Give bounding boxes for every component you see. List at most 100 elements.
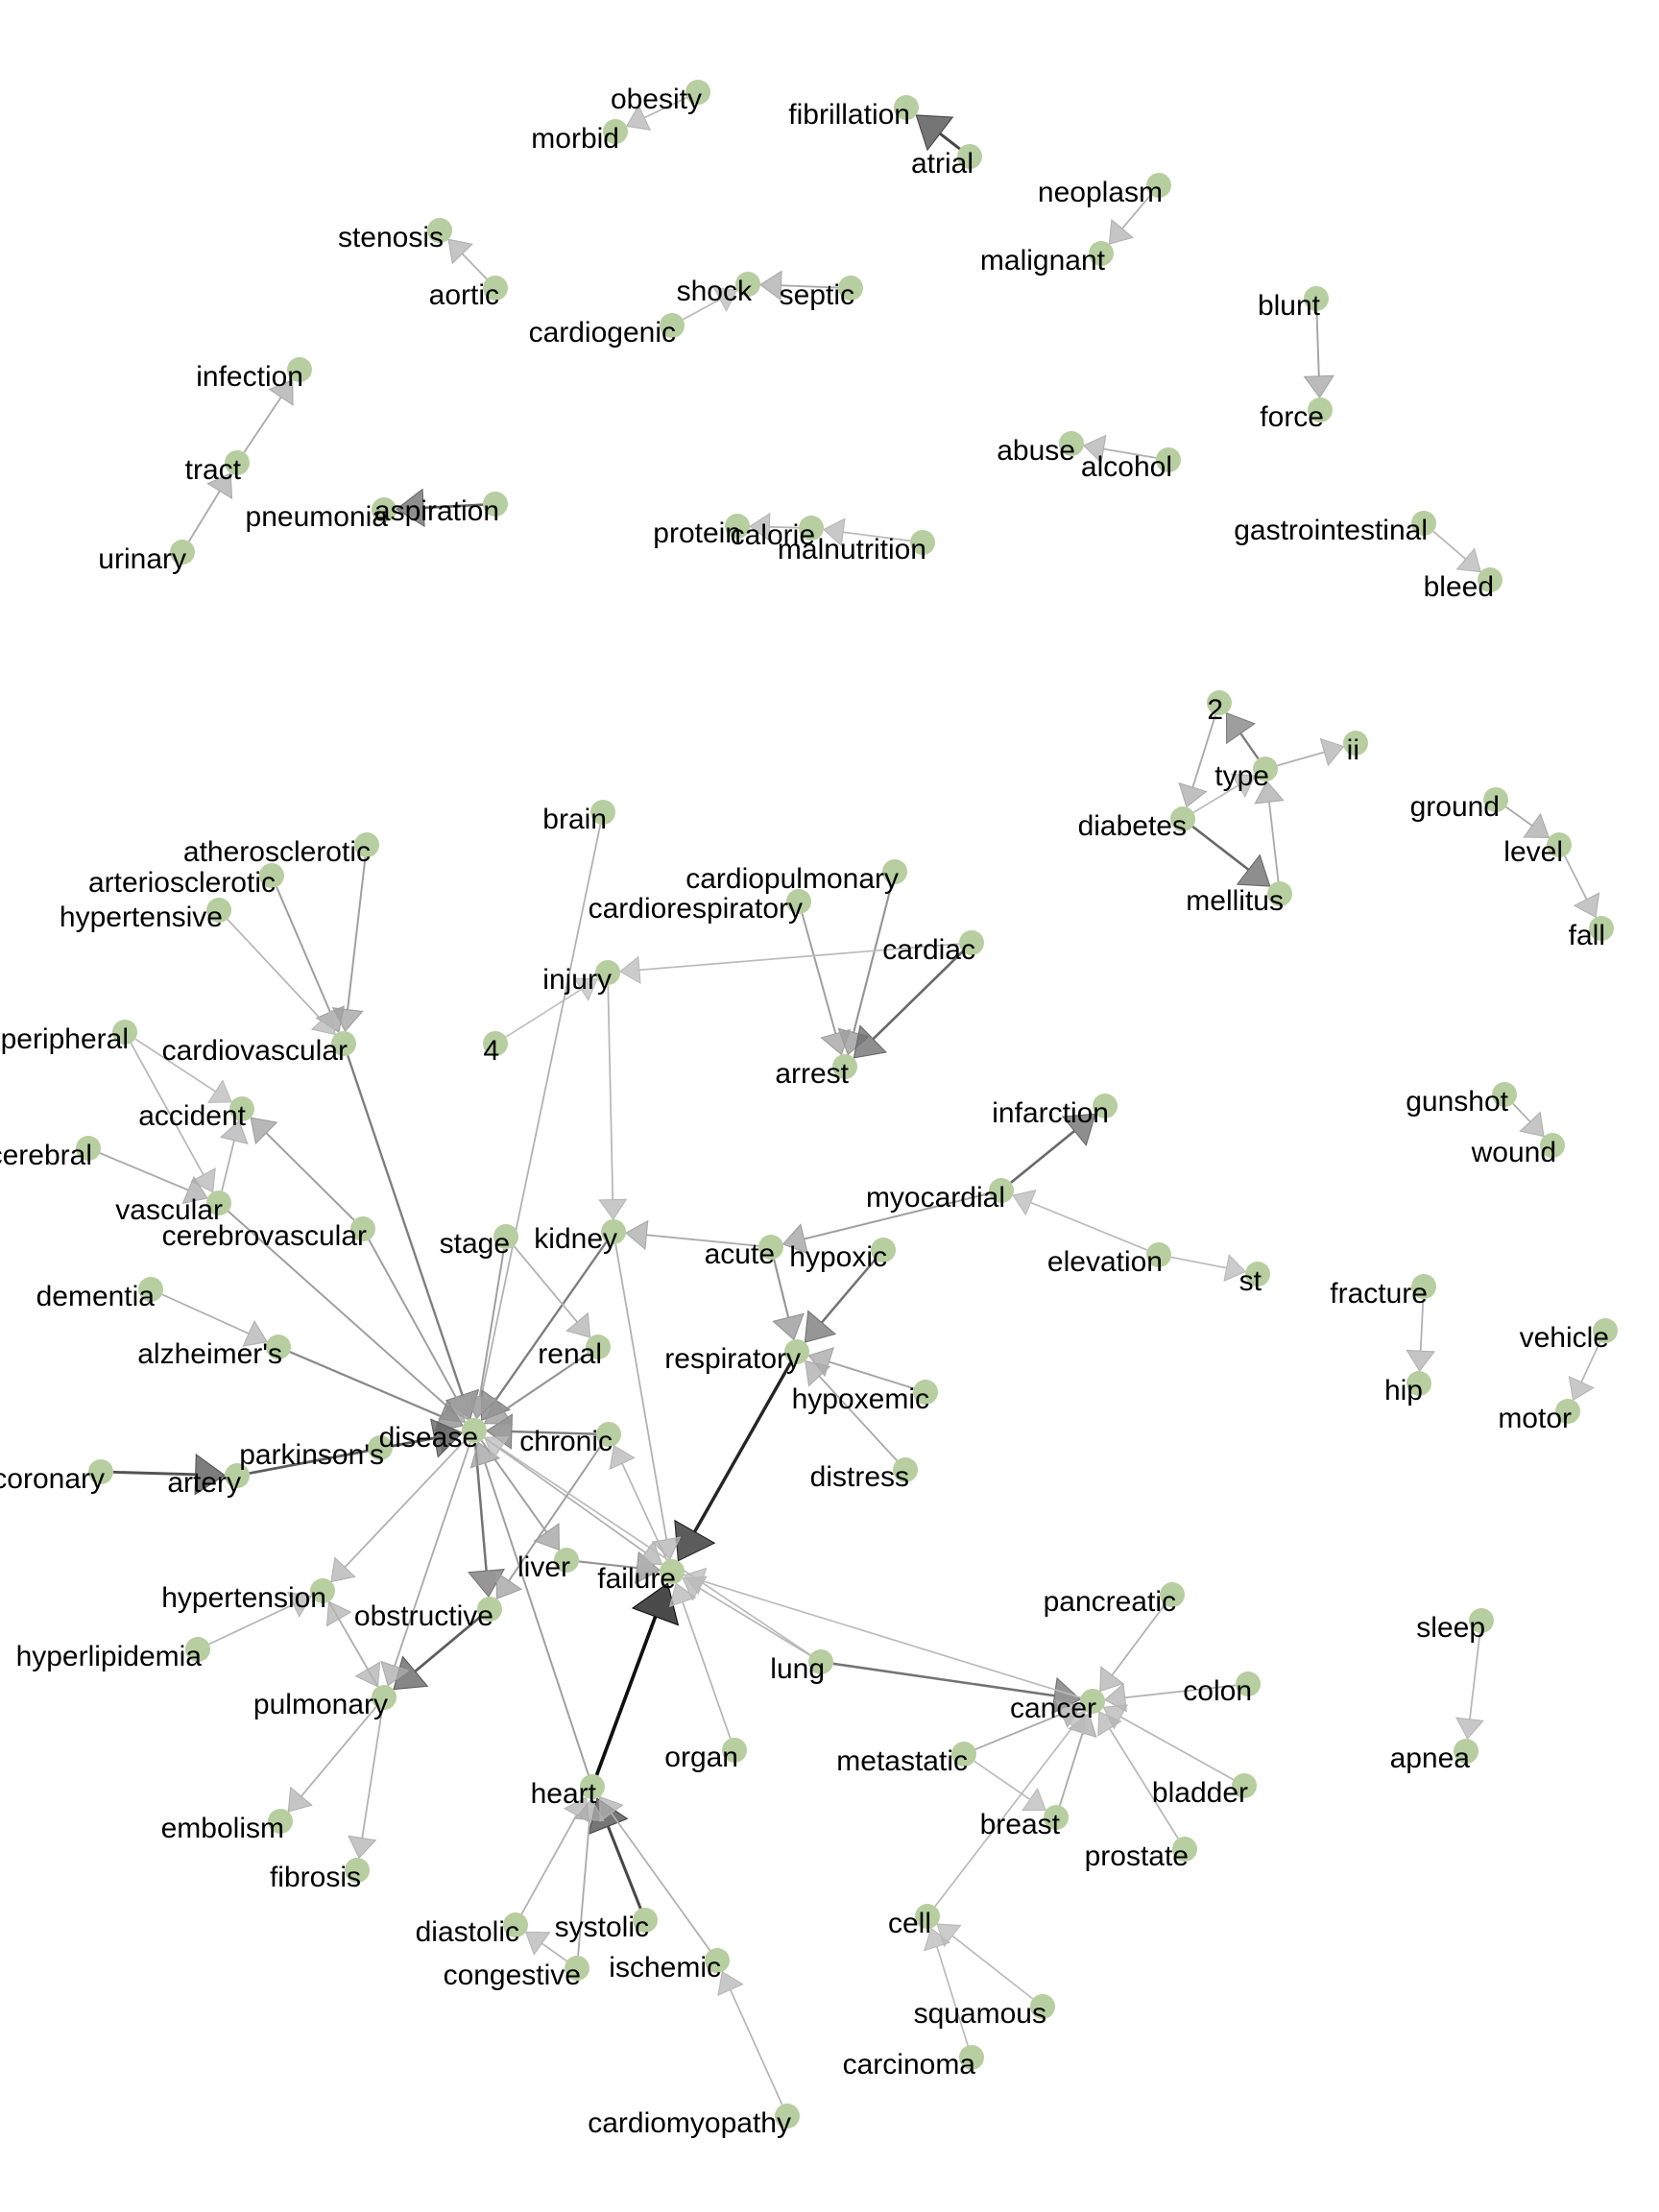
graph-node-squamous[interactable] [1030,1994,1055,2019]
graph-node-renal[interactable] [586,1334,611,1359]
graph-node-alzheimer[interactable] [266,1334,291,1359]
graph-node-accident[interactable] [229,1096,254,1121]
graph-node-septic[interactable] [838,276,863,301]
graph-node-distress[interactable] [893,1457,918,1482]
graph-node-vehicle[interactable] [1593,1318,1618,1343]
graph-node-coronary[interactable] [88,1459,113,1484]
graph-node-alcohol[interactable] [1156,447,1181,472]
graph-node-sleep[interactable] [1469,1608,1494,1633]
graph-node-fall[interactable] [1589,916,1614,941]
graph-node-morbid[interactable] [603,119,628,144]
graph-node-obstructive[interactable] [477,1597,502,1622]
graph-node-aspiration[interactable] [483,492,508,517]
graph-node-failure[interactable] [660,1559,685,1584]
graph-node-gastrointestinal[interactable] [1411,511,1436,536]
graph-node-chronic[interactable] [596,1422,621,1447]
graph-node-mellitus[interactable] [1267,881,1292,906]
graph-node-cerebrovascular[interactable] [350,1216,375,1241]
graph-node-motor[interactable] [1555,1399,1580,1424]
graph-node-acute[interactable] [758,1235,783,1260]
graph-node-level[interactable] [1547,832,1572,857]
graph-node-bladder[interactable] [1232,1773,1257,1798]
graph-node-gunshot[interactable] [1492,1082,1517,1107]
graph-node-hypertensive[interactable] [206,898,231,923]
graph-node-cardiac[interactable] [959,930,984,955]
graph-node-apnea[interactable] [1454,1739,1479,1764]
graph-node-artery[interactable] [225,1463,250,1488]
graph-node-hypoxemic[interactable] [913,1380,938,1405]
graph-node-peripheral[interactable] [112,1020,137,1045]
graph-node-organ[interactable] [722,1738,747,1763]
graph-node-infection[interactable] [287,357,312,382]
graph-node-type[interactable] [1253,757,1278,781]
graph-node-cell[interactable] [915,1904,940,1929]
graph-node-malignant[interactable] [1089,241,1114,266]
graph-node-cardiomyopathy[interactable] [775,2104,800,2128]
graph-node-breast[interactable] [1044,1805,1069,1830]
graph-node-hypertension[interactable] [310,1578,335,1603]
graph-node-shock[interactable] [735,272,760,297]
graph-node-neoplasm[interactable] [1146,173,1171,198]
graph-node-aortic[interactable] [483,276,508,301]
graph-node-dementia[interactable] [138,1277,163,1302]
graph-node-myocardial[interactable] [989,1178,1014,1203]
graph-node-kidney[interactable] [601,1219,626,1244]
graph-node-pulmonary[interactable] [372,1685,397,1710]
graph-node-calorie[interactable] [799,516,824,541]
graph-node-st[interactable] [1245,1262,1270,1286]
graph-node-bleed[interactable] [1478,567,1503,592]
graph-node-parkinsons[interactable] [368,1435,393,1460]
graph-node-ischemic[interactable] [705,1948,730,1973]
graph-node-prostate[interactable] [1172,1837,1197,1862]
graph-node-atherosclerotic[interactable] [354,832,379,857]
graph-node-force[interactable] [1308,397,1333,422]
graph-node-wound[interactable] [1540,1133,1565,1158]
graph-node-injury[interactable] [595,960,620,985]
graph-node-heart[interactable] [580,1774,605,1799]
graph-node-arrest[interactable] [832,1054,857,1079]
graph-node-lung[interactable] [808,1649,833,1674]
graph-node-systolic[interactable] [633,1908,658,1933]
graph-node-blunt[interactable] [1304,286,1329,311]
graph-node-stage[interactable] [493,1224,518,1249]
graph-node-pancreatic[interactable] [1160,1582,1185,1607]
graph-node-elevation[interactable] [1146,1242,1171,1267]
graph-node-cardiorespiratory[interactable] [786,889,811,914]
graph-node-arteriosclerotic[interactable] [259,863,284,888]
graph-node-fracture[interactable] [1411,1274,1436,1299]
graph-node-tract[interactable] [225,450,250,475]
graph-node-urinary[interactable] [170,540,195,565]
graph-node-abuse[interactable] [1059,431,1084,456]
graph-node-hyperlipidemia[interactable] [185,1637,210,1662]
graph-node-malnutrition[interactable] [910,530,935,555]
graph-node-stenosis[interactable] [427,218,452,243]
graph-node-ii[interactable] [1343,731,1368,756]
graph-node-congestive[interactable] [565,1956,589,1981]
graph-node-disease[interactable] [462,1418,487,1443]
graph-node-brain[interactable] [590,800,615,825]
graph-node-diastolic[interactable] [503,1912,528,1937]
graph-node-obesity[interactable] [685,80,710,105]
graph-node-colon[interactable] [1236,1671,1261,1696]
graph-node-cardiopulmonary[interactable] [882,859,907,884]
graph-node-metastatic[interactable] [951,1742,976,1767]
graph-node-carcinoma[interactable] [959,2045,984,2070]
graph-node-ground[interactable] [1483,787,1508,812]
graph-node-cardiovascular[interactable] [331,1031,356,1056]
graph-node-vascular[interactable] [206,1190,231,1215]
graph-node-embolism[interactable] [268,1809,293,1834]
graph-node-respiratory[interactable] [784,1339,809,1364]
graph-node-pneumonia[interactable] [372,497,397,522]
graph-node-cerebral[interactable] [76,1136,101,1161]
graph-node-atrial[interactable] [957,144,982,169]
graph-node-4[interactable] [483,1031,508,1056]
graph-node-hypoxic[interactable] [871,1238,896,1262]
graph-node-liver[interactable] [554,1548,579,1573]
graph-node-fibrosis[interactable] [345,1858,370,1883]
graph-node-cardiogenic[interactable] [660,313,685,338]
graph-node-cancer[interactable] [1080,1689,1105,1714]
graph-node-protein[interactable] [725,514,750,539]
graph-node-diabetes[interactable] [1170,806,1195,831]
graph-node-fibrillation[interactable] [894,95,919,120]
graph-node-hip[interactable] [1407,1371,1431,1396]
